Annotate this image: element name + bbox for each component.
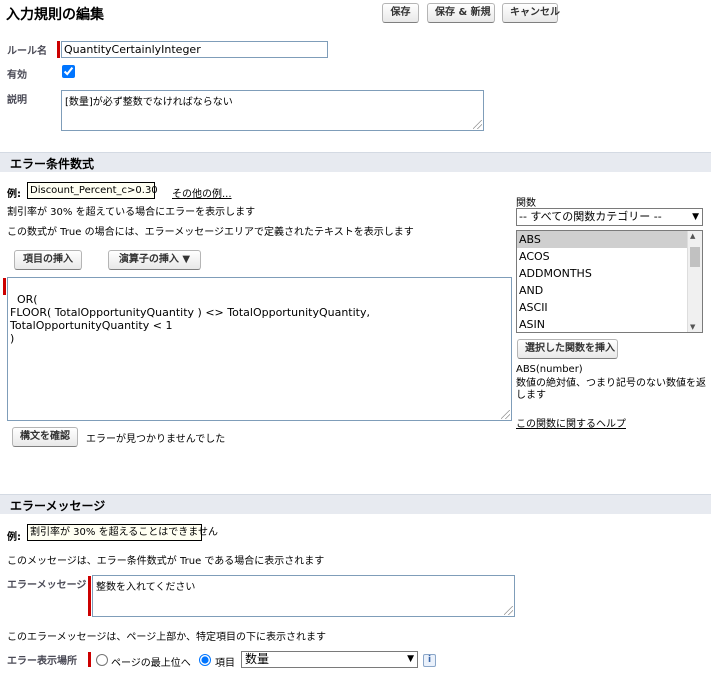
location-field-select[interactable]: 数量 ▼ [241,651,418,668]
formula-example-box: Discount_Percent_c>0.30 [27,182,158,199]
function-list-item[interactable]: AND [517,282,702,299]
location-field-radio[interactable] [199,654,211,666]
scroll-up-icon[interactable]: ▲ [690,232,695,240]
location-top-radio[interactable] [96,654,108,666]
formula-editor[interactable]: OR( FLOOR( TotalOpportunityQuantity ) <>… [7,277,512,421]
description-textarea[interactable]: [数量]が必ず整数でなければならない [61,90,484,131]
active-checkbox[interactable] [62,65,75,78]
function-list-item[interactable]: ADDMONTHS [517,265,702,282]
resize-grip-icon[interactable] [501,410,510,419]
formula-section-title: エラー条件数式 [10,157,95,171]
function-list-scrollbar[interactable]: ▲ ▼ [687,231,702,332]
rule-name-input[interactable] [61,41,328,58]
insert-operator-button[interactable]: 演算子の挿入 ▼ [108,250,201,270]
insert-selected-function-button[interactable]: 選択した関数を挿入 [517,339,618,359]
description-label: 説明 [7,95,27,106]
formula-text: OR( FLOOR( TotalOpportunityQuantity ) <>… [10,293,370,345]
message-help-text: このメッセージは、エラー条件数式が True である場合に表示されます [7,556,325,567]
error-message-textarea[interactable]: 整数を入れてください [92,575,515,617]
scrollbar-thumb[interactable] [690,247,700,267]
check-syntax-button[interactable]: 構文を確認 [12,427,78,447]
scroll-down-icon[interactable]: ▼ [690,323,695,331]
message-example-box: 割引率が 30% を超えることはできません [27,524,218,541]
chevron-down-icon: ▼ [407,654,414,664]
function-list-item[interactable]: ASIN [517,316,702,332]
message-example-label: 例: [7,532,21,543]
location-field-value: 数量 [245,652,270,666]
resize-grip-icon[interactable] [473,120,482,129]
formula-example-desc: 割引率が 30% を超えている場合にエラーを表示します [7,207,256,218]
functions-label: 関数 [516,198,536,209]
formula-section-header: エラー条件数式 [0,152,711,172]
formula-example-label: 例: [7,189,21,200]
required-marker [3,278,6,295]
chevron-down-icon: ▼ [692,212,699,222]
save-button[interactable]: 保存 [382,3,419,23]
location-field-label: 項目 [215,658,235,669]
resize-grip-icon[interactable] [504,606,513,615]
function-description: 数値の絶対値、つまり記号のない数値を返します [516,378,706,401]
save-new-button[interactable]: 保存 & 新規 [427,3,495,23]
function-help-link[interactable]: この関数に関するヘルプ [516,415,626,430]
error-location-label: エラー表示場所 [7,656,77,667]
syntax-result: エラーが見つかりませんでした [86,434,226,445]
more-examples-link[interactable]: その他の例... [172,185,232,200]
message-section-title: エラーメッセージ [10,499,106,513]
insert-field-button[interactable]: 項目の挿入 [14,250,82,270]
description-text: [数量]が必ず整数でなければならない [65,97,233,108]
function-list-item[interactable]: ACOS [517,248,702,265]
page-title: 入力規則の編集 [6,7,104,23]
info-icon[interactable]: i [423,654,436,667]
function-signature: ABS(number) [516,364,583,375]
required-marker [88,652,91,667]
function-list[interactable]: ABS ACOS ADDMONTHS AND ASCII ASIN ▲ ▼ [516,230,703,333]
active-label: 有効 [7,70,27,81]
error-message-text: 整数を入れてください [96,582,196,593]
message-section-header: エラーメッセージ [0,494,711,514]
location-top-label: ページの最上位へ [111,658,191,669]
required-marker [57,41,60,58]
function-category-select[interactable]: -- すべての関数カテゴリー -- ▼ [516,208,703,226]
required-marker [88,576,91,616]
location-help-text: このエラーメッセージは、ページ上部か、特定項目の下に表示されます [7,632,326,643]
error-message-label: エラーメッセージ [7,580,87,591]
cancel-button[interactable]: キャンセル [502,3,560,23]
rule-name-label: ルール名 [7,46,47,57]
function-category-value: -- すべての関数カテゴリー -- [519,210,662,223]
function-list-item[interactable]: ABS [517,231,702,248]
function-list-item[interactable]: ASCII [517,299,702,316]
formula-help-text: この数式が True の場合には、エラーメッセージエリアで定義されたテキストを表… [7,227,414,238]
